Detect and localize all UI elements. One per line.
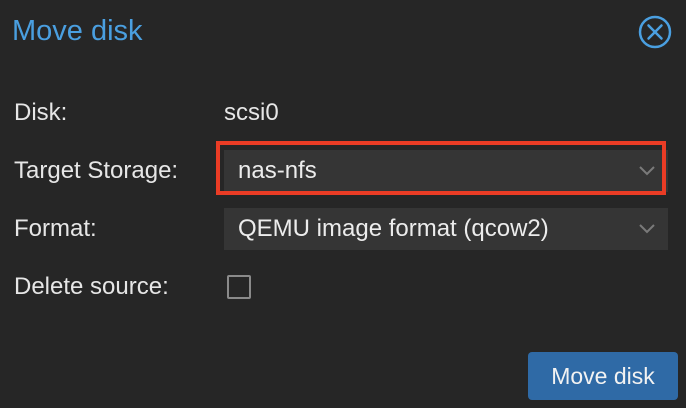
disk-value: scsi0: [224, 99, 279, 126]
dialog-title: Move disk: [12, 15, 143, 47]
format-select[interactable]: QEMU image format (qcow2): [224, 208, 668, 250]
target-storage-value: nas-nfs: [238, 157, 317, 184]
delete-source-checkbox[interactable]: [227, 275, 251, 299]
close-icon[interactable]: [637, 14, 673, 50]
chevron-down-icon[interactable]: [638, 221, 656, 237]
target-storage-select[interactable]: nas-nfs: [224, 150, 668, 192]
delete-source-label: Delete source:: [14, 273, 169, 300]
format-label: Format:: [14, 215, 97, 242]
format-value: QEMU image format (qcow2): [238, 215, 549, 242]
disk-label: Disk:: [14, 99, 68, 126]
chevron-down-icon[interactable]: [638, 163, 656, 179]
move-disk-dialog: Move disk Disk: scsi0 Target Storage: na…: [0, 0, 686, 408]
target-storage-label: Target Storage:: [14, 157, 179, 184]
move-disk-button[interactable]: Move disk: [528, 352, 678, 400]
